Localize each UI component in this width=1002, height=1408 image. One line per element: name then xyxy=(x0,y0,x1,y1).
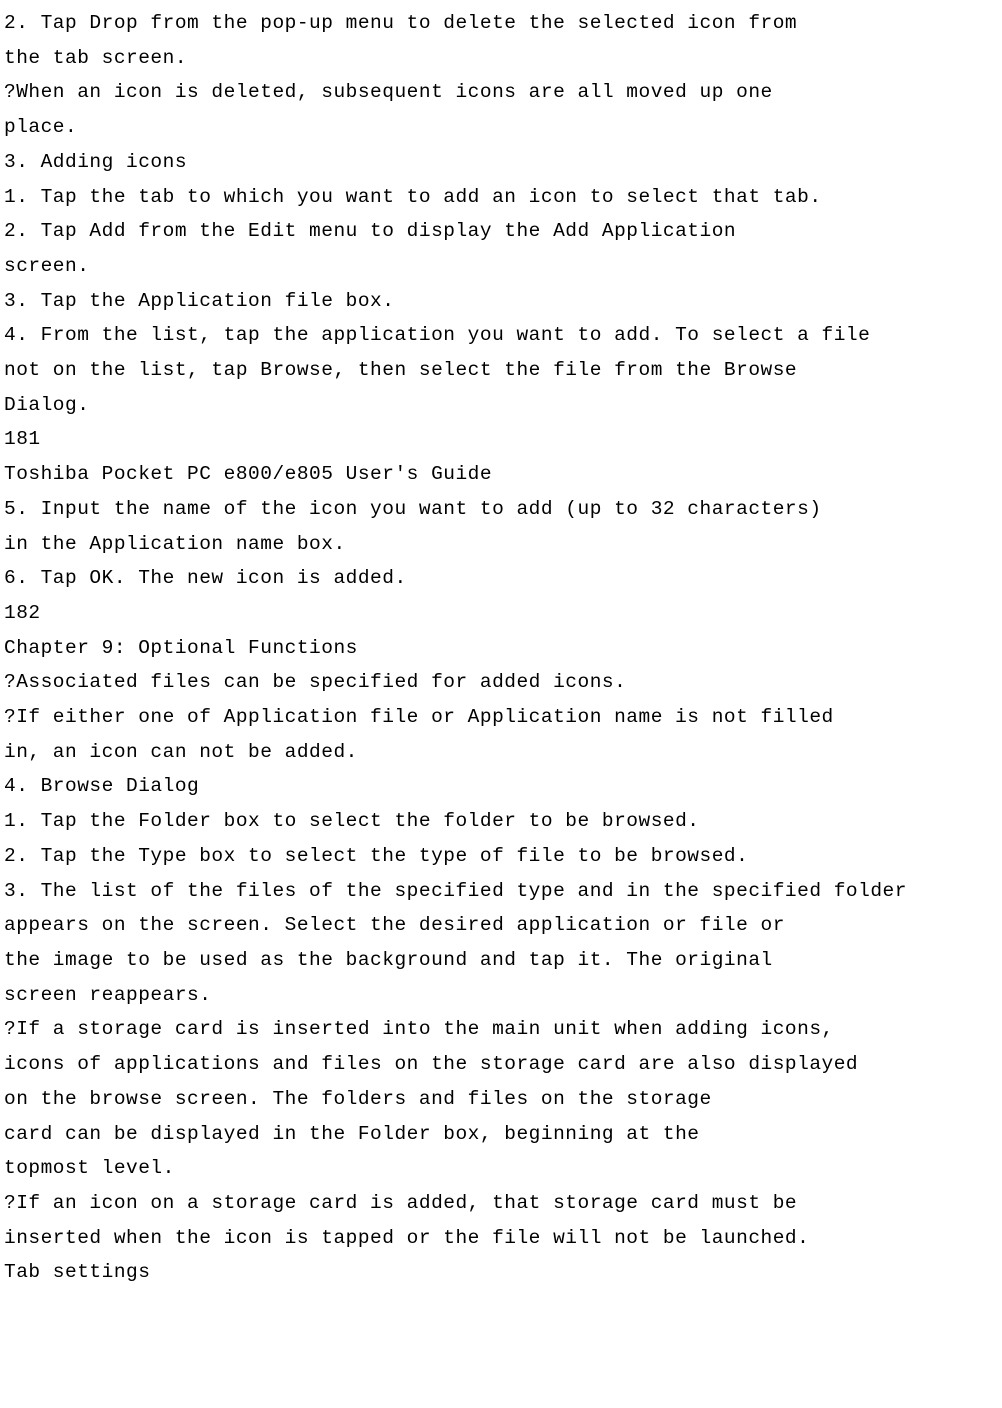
text-line: 3. Tap the Application file box. xyxy=(4,284,998,319)
text-line: appears on the screen. Select the desire… xyxy=(4,908,998,943)
text-line: ?If an icon on a storage card is added, … xyxy=(4,1186,998,1221)
text-line: Toshiba Pocket PC e800/e805 User's Guide xyxy=(4,457,998,492)
text-line: 181 xyxy=(4,422,998,457)
text-line: in, an icon can not be added. xyxy=(4,735,998,770)
text-line: ?Associated files can be specified for a… xyxy=(4,665,998,700)
text-line: 182 xyxy=(4,596,998,631)
text-line: ?When an icon is deleted, subsequent ico… xyxy=(4,75,998,110)
text-line: topmost level. xyxy=(4,1151,998,1186)
text-line: ?If either one of Application file or Ap… xyxy=(4,700,998,735)
text-line: screen reappears. xyxy=(4,978,998,1013)
text-line: 4. From the list, tap the application yo… xyxy=(4,318,998,353)
text-line: 2. Tap the Type box to select the type o… xyxy=(4,839,998,874)
document-body: 2. Tap Drop from the pop-up menu to dele… xyxy=(4,6,998,1290)
text-line: on the browse screen. The folders and fi… xyxy=(4,1082,998,1117)
text-line: 5. Input the name of the icon you want t… xyxy=(4,492,998,527)
text-line: 2. Tap Add from the Edit menu to display… xyxy=(4,214,998,249)
text-line: in the Application name box. xyxy=(4,527,998,562)
text-line: inserted when the icon is tapped or the … xyxy=(4,1221,998,1256)
text-line: screen. xyxy=(4,249,998,284)
text-line: place. xyxy=(4,110,998,145)
text-line: the image to be used as the background a… xyxy=(4,943,998,978)
text-line: 6. Tap OK. The new icon is added. xyxy=(4,561,998,596)
text-line: the tab screen. xyxy=(4,41,998,76)
text-line: 1. Tap the tab to which you want to add … xyxy=(4,180,998,215)
text-line: 1. Tap the Folder box to select the fold… xyxy=(4,804,998,839)
text-line: 4. Browse Dialog xyxy=(4,769,998,804)
text-line: Dialog. xyxy=(4,388,998,423)
text-line: 3. The list of the files of the specifie… xyxy=(4,874,998,909)
text-line: not on the list, tap Browse, then select… xyxy=(4,353,998,388)
text-line: 3. Adding icons xyxy=(4,145,998,180)
text-line: 2. Tap Drop from the pop-up menu to dele… xyxy=(4,6,998,41)
text-line: icons of applications and files on the s… xyxy=(4,1047,998,1082)
text-line: ?If a storage card is inserted into the … xyxy=(4,1012,998,1047)
text-line: Tab settings xyxy=(4,1255,998,1290)
text-line: Chapter 9: Optional Functions xyxy=(4,631,998,666)
text-line: card can be displayed in the Folder box,… xyxy=(4,1117,998,1152)
